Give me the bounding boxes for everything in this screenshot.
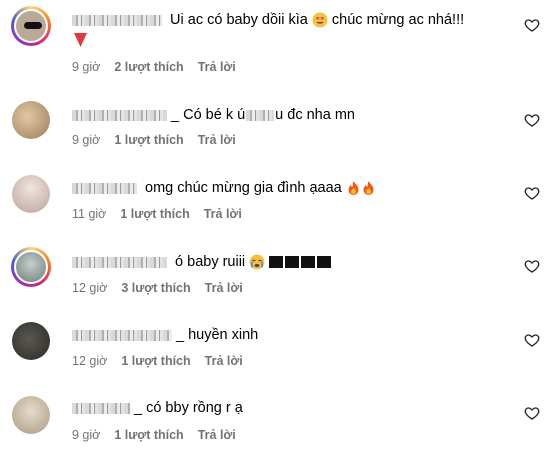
crying-emoji bbox=[249, 254, 265, 270]
reply-button[interactable]: Trả lời bbox=[198, 133, 236, 147]
reply-button[interactable]: Trả lời bbox=[205, 354, 243, 368]
reply-button[interactable]: Trả lời bbox=[205, 281, 243, 295]
heart-outline-icon[interactable] bbox=[524, 17, 540, 33]
comment-meta: 12 giờ 3 lượt thích Trả lời bbox=[72, 281, 257, 295]
comment-time: 12 giờ bbox=[72, 354, 108, 368]
heart-outline-icon[interactable] bbox=[524, 405, 540, 421]
avatar[interactable] bbox=[11, 6, 51, 46]
reply-button[interactable]: Trả lời bbox=[198, 428, 236, 442]
comment-meta: 11 giờ 1 lượt thích Trả lời bbox=[72, 207, 256, 221]
block-chars bbox=[269, 256, 334, 269]
comment-meta: 12 giờ 1 lượt thích Trả lời bbox=[72, 354, 257, 368]
comment-text: _ Có bé k úu đc nha mn bbox=[72, 106, 355, 124]
comment-meta: 9 giờ 2 lượt thích Trả lời bbox=[72, 60, 250, 74]
down-arrow-heart-sticker bbox=[74, 33, 87, 47]
reply-button[interactable]: Trả lời bbox=[204, 207, 242, 221]
like-count[interactable]: 1 lượt thích bbox=[120, 207, 189, 221]
comment-text: _ có bby rồng r ạ bbox=[72, 399, 243, 417]
comment-text: ó baby ruiii bbox=[72, 253, 334, 271]
comment-meta: 9 giờ 1 lượt thích Trả lời bbox=[72, 133, 250, 147]
like-count[interactable]: 1 lượt thích bbox=[114, 428, 183, 442]
heart-outline-icon[interactable] bbox=[524, 258, 540, 274]
avatar[interactable] bbox=[11, 321, 51, 361]
heart-eyes-emoji bbox=[312, 12, 328, 28]
comment-time: 9 giờ bbox=[72, 133, 101, 147]
like-count[interactable]: 3 lượt thích bbox=[121, 281, 190, 295]
comment-time: 9 giờ bbox=[72, 428, 101, 442]
comment-time: 9 giờ bbox=[72, 60, 101, 74]
avatar[interactable] bbox=[11, 174, 51, 214]
username-blurred[interactable] bbox=[72, 329, 172, 341]
reply-button[interactable]: Trả lời bbox=[198, 60, 236, 74]
username-blurred[interactable] bbox=[72, 14, 162, 26]
username-blurred[interactable] bbox=[72, 109, 167, 121]
username-blurred[interactable] bbox=[72, 256, 167, 268]
comment-text: omg chúc mừng gia đình ạaaa bbox=[72, 179, 376, 197]
comment-meta: 9 giờ 1 lượt thích Trả lời bbox=[72, 428, 250, 442]
comment-text: Ui ac có baby dồii kìa chúc mừng ac nhá!… bbox=[72, 11, 464, 29]
username-blurred[interactable] bbox=[72, 402, 130, 414]
like-count[interactable]: 1 lượt thích bbox=[114, 133, 183, 147]
comment-time: 11 giờ bbox=[72, 207, 107, 221]
heart-outline-icon[interactable] bbox=[524, 185, 540, 201]
username-blurred[interactable] bbox=[72, 182, 137, 194]
avatar[interactable] bbox=[11, 247, 51, 287]
like-count[interactable]: 2 lượt thích bbox=[114, 60, 183, 74]
heart-outline-icon[interactable] bbox=[524, 112, 540, 128]
like-count[interactable]: 1 lượt thích bbox=[121, 354, 190, 368]
comment-time: 12 giờ bbox=[72, 281, 108, 295]
fire-emoji bbox=[363, 181, 374, 196]
comment-text: _ huyền xinh bbox=[72, 326, 258, 344]
avatar[interactable] bbox=[11, 100, 51, 140]
heart-outline-icon[interactable] bbox=[524, 332, 540, 348]
avatar[interactable] bbox=[11, 395, 51, 435]
fire-emoji bbox=[348, 181, 359, 196]
